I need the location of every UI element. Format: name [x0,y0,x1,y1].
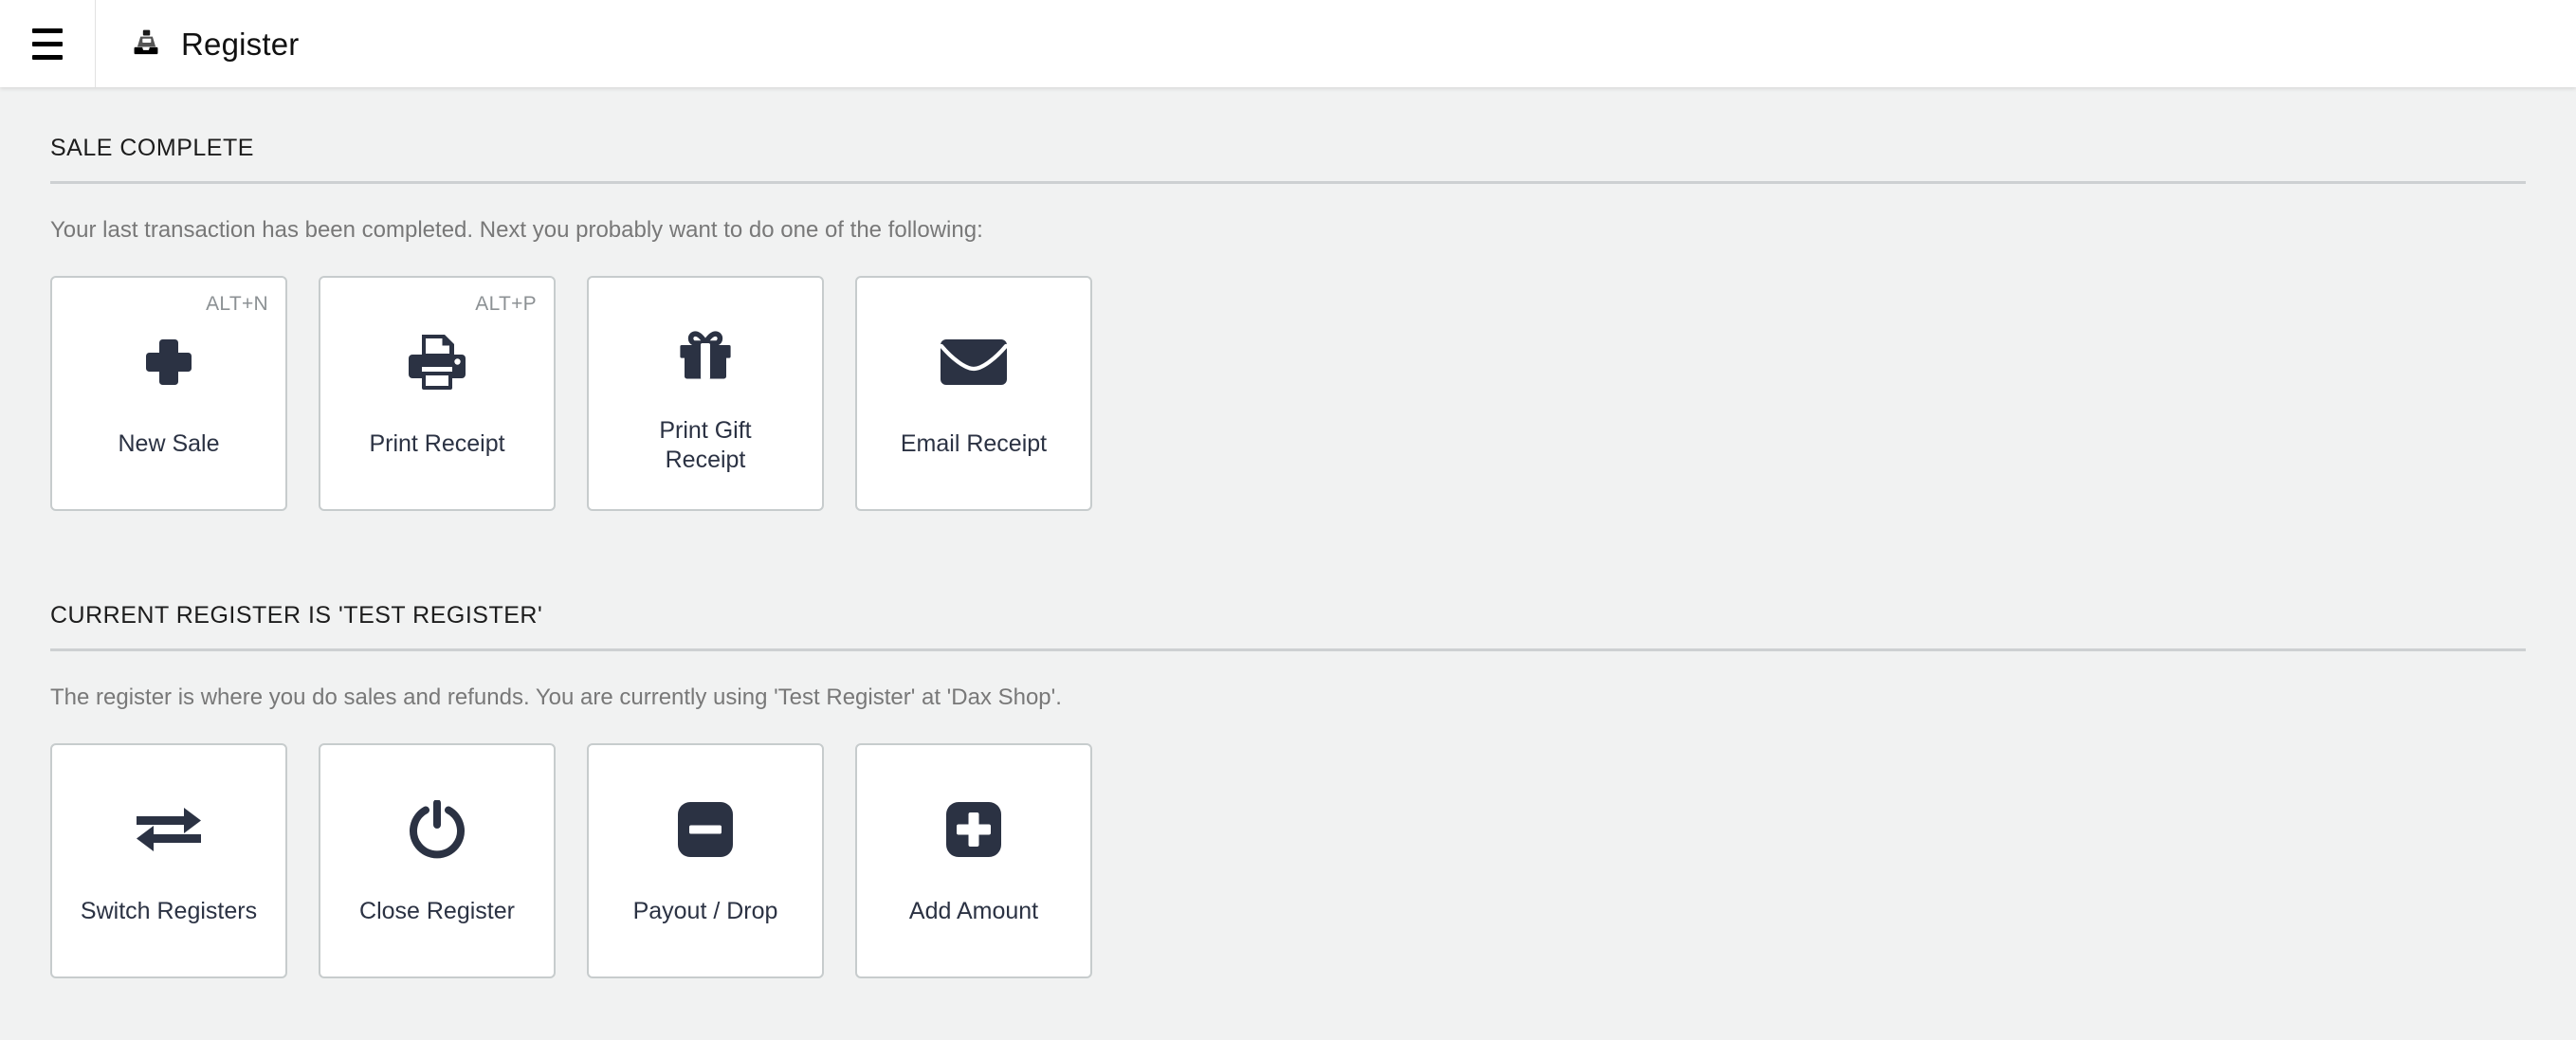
shortcut-label: ALT+P [475,293,537,316]
card-label: Print Receipt [369,430,505,458]
section-heading: CURRENT REGISTER IS 'TEST REGISTER' [50,555,2526,652]
hamburger-menu-icon[interactable] [0,0,95,87]
hamburger-bar [32,41,63,46]
page-title: Register [181,26,300,62]
plus-icon [140,329,197,395]
app-header: Register [0,0,2576,87]
section-current-register: CURRENT REGISTER IS 'TEST REGISTER' The … [50,555,2526,979]
cash-register-icon [134,29,158,55]
card-label: Close Register [359,898,515,925]
card-label: Add Amount [908,898,1039,925]
section-sale-complete: SALE COMPLETE Your last transaction has … [50,87,2526,512]
switch-registers-card[interactable]: Switch Registers [50,743,287,979]
card-label: Switch Registers [80,898,258,925]
power-icon [408,796,466,863]
close-register-card[interactable]: Close Register [319,743,556,979]
email-receipt-card[interactable]: Email Receipt [855,276,1092,512]
hamburger-bar [32,54,63,60]
main-content: SALE COMPLETE Your last transaction has … [0,87,2576,1040]
envelope-icon [941,329,1007,395]
minus-square-icon [677,796,734,863]
card-label: Email Receipt [900,430,1048,458]
new-sale-card[interactable]: ALT+N New Sale [50,276,287,512]
card-label: New Sale [118,430,220,458]
print-gift-receipt-card[interactable]: Print Gift Receipt [587,276,824,512]
hamburger-bar [32,27,63,33]
card-label: Print Gift Receipt [659,417,752,473]
section-description: Your last transaction has been completed… [50,217,983,243]
print-receipt-card[interactable]: ALT+P Print Receipt [319,276,556,512]
action-card-row: Switch Registers Close Register Payout /… [50,712,2526,979]
section-description: The register is where you do sales and r… [50,684,1062,711]
payout-drop-card[interactable]: Payout / Drop [587,743,824,979]
exchange-arrows-icon [135,796,203,863]
gift-icon [676,323,735,390]
shortcut-label: ALT+N [206,293,268,316]
action-card-row: ALT+N New Sale ALT+P Print Receipt Print… [50,245,2526,512]
section-heading: SALE COMPLETE [50,87,2526,184]
card-label: Payout / Drop [632,898,778,925]
printer-icon [407,329,467,395]
add-amount-card[interactable]: Add Amount [855,743,1092,979]
plus-square-icon [945,796,1002,863]
header-title-group: Register [96,27,299,60]
